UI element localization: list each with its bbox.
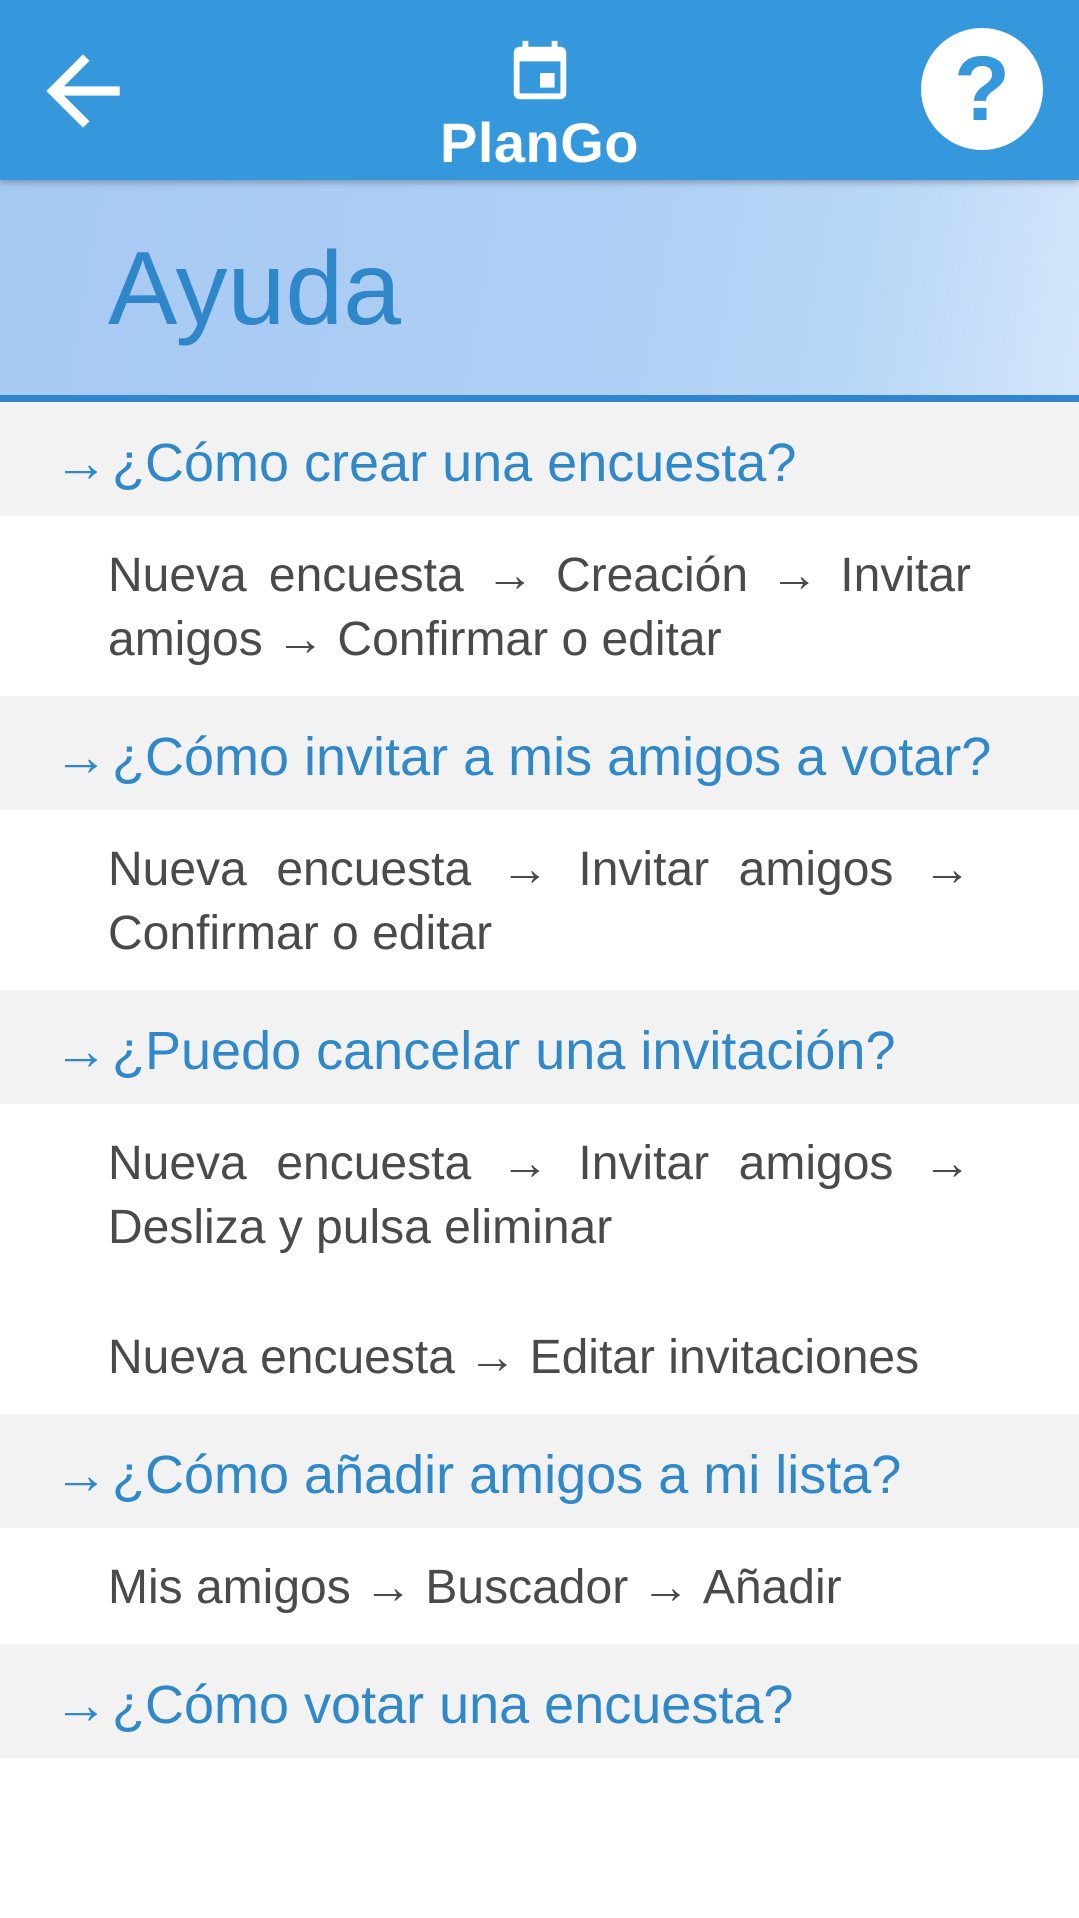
faq-list: →¿Cómo crear una encuesta? Nueva encuesta… bbox=[0, 402, 1079, 1758]
faq-answer-block: Nueva encuesta → Invitar amigos → Confir… bbox=[0, 810, 1079, 990]
faq-question[interactable]: →¿Cómo votar una encuesta? bbox=[0, 1644, 1079, 1758]
page-header: Ayuda bbox=[0, 180, 1079, 402]
faq-question-text: ¿Cómo crear una encuesta? bbox=[112, 433, 797, 493]
calendar-icon bbox=[513, 40, 566, 100]
faq-step: Buscador bbox=[425, 1561, 629, 1614]
arrow-right-icon: → bbox=[262, 613, 338, 666]
faq-answer-block: Mis amigos → Buscador → Añadir bbox=[0, 1528, 1079, 1644]
faq-answer: Mis amigos → Buscador → Añadir bbox=[0, 1556, 1079, 1620]
help-button[interactable]: ? bbox=[921, 28, 1043, 150]
faq-step: Nueva encuesta bbox=[108, 1137, 472, 1190]
page-title: Ayuda bbox=[108, 231, 402, 347]
faq-question[interactable]: →¿Cómo añadir amigos a mi lista? bbox=[0, 1414, 1079, 1528]
arrow-right-icon: → bbox=[893, 1137, 972, 1190]
faq-question-text: ¿Cómo votar una encuesta? bbox=[112, 1675, 794, 1735]
arrow-right-icon: → bbox=[54, 1445, 108, 1505]
faq-answer-block: Nueva encuesta → Invitar amigos → Desliz… bbox=[0, 1104, 1079, 1414]
faq-step: Nueva encuesta bbox=[108, 1331, 455, 1384]
arrow-right-icon: → bbox=[748, 549, 841, 602]
faq-step: Creación bbox=[555, 549, 749, 602]
faq-answer: Nueva encuesta → Invitar amigos → Desliz… bbox=[0, 1132, 1079, 1260]
faq-question-text: ¿Puedo cancelar una invitación? bbox=[112, 1021, 896, 1081]
arrow-right-icon: → bbox=[54, 1675, 108, 1735]
faq-question-text: ¿Cómo invitar a mis amigos a votar? bbox=[112, 727, 992, 787]
faq-step: Confirmar o editar bbox=[108, 907, 493, 960]
arrow-right-icon: → bbox=[628, 1561, 703, 1614]
faq-step: Desliza y pulsa eliminar bbox=[108, 1201, 613, 1254]
faq-step: Nueva encuesta bbox=[108, 549, 464, 602]
faq-answer: Nueva encuesta → Creación → Invitar amig… bbox=[0, 544, 1079, 672]
faq-question-text: ¿Cómo añadir amigos a mi lista? bbox=[112, 1445, 902, 1505]
arrow-right-icon: → bbox=[471, 843, 579, 896]
faq-step: Editar invitaciones bbox=[529, 1331, 920, 1384]
app-name: PlanGo bbox=[439, 111, 640, 174]
brand: PlanGo bbox=[0, 38, 1079, 175]
arrow-right-icon: → bbox=[54, 433, 108, 493]
arrow-right-icon: → bbox=[54, 727, 108, 787]
question-mark-icon: ? bbox=[953, 37, 1011, 140]
faq-answer-block: Nueva encuesta → Creación → Invitar amig… bbox=[0, 516, 1079, 696]
app-bar: PlanGo ? bbox=[0, 0, 1079, 180]
faq-step: Mis amigos bbox=[108, 1561, 351, 1614]
arrow-right-icon: → bbox=[454, 1331, 530, 1384]
faq-step: Añadir bbox=[702, 1561, 842, 1614]
arrow-right-icon: → bbox=[471, 1137, 579, 1190]
faq-answer: Nueva encuesta → Editar invitaciones bbox=[0, 1326, 1079, 1390]
faq-step: Invitar amigos bbox=[578, 1137, 894, 1190]
faq-step: Confirmar o editar bbox=[337, 613, 722, 666]
faq-question[interactable]: →¿Puedo cancelar una invitación? bbox=[0, 990, 1079, 1104]
faq-question[interactable]: →¿Cómo crear una encuesta? bbox=[0, 402, 1079, 516]
arrow-right-icon: → bbox=[463, 549, 556, 602]
faq-question[interactable]: →¿Cómo invitar a mis amigos a votar? bbox=[0, 696, 1079, 810]
arrow-right-icon: → bbox=[350, 1561, 426, 1614]
arrow-right-icon: → bbox=[54, 1021, 108, 1081]
faq-step: Invitar amigos bbox=[578, 843, 894, 896]
faq-answer: Nueva encuesta → Invitar amigos → Confir… bbox=[0, 838, 1079, 966]
arrow-right-icon: → bbox=[893, 843, 972, 896]
faq-step: Nueva encuesta bbox=[108, 843, 472, 896]
